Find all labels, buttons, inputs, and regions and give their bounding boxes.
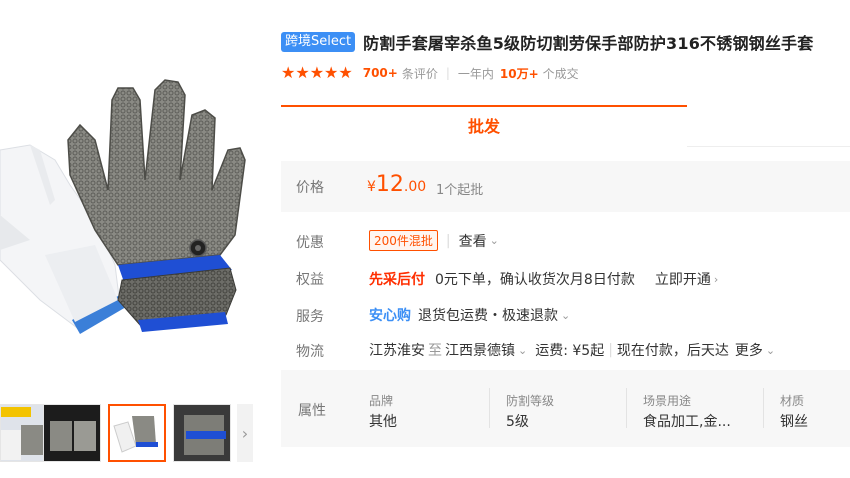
- rating-row: ★ ★ ★ ★ ★ 700+ 条评价 | 一年内 10万+ 个成交: [281, 63, 579, 83]
- benefits-row: 先采后付 0元下单，确认收货次月8日付款 立即开通 ›: [369, 269, 718, 289]
- price-decimal: .00: [403, 179, 427, 195]
- star-icon: ★: [324, 63, 339, 82]
- service-label: 服务: [296, 309, 324, 325]
- logistics-row: 江苏淮安 至 江西景德镇 ⌄ 运费: ¥5起 | 现在付款，后天达 更多 ⌄: [369, 340, 775, 360]
- review-label[interactable]: 条评价: [402, 65, 438, 82]
- attribute-value: 食品加工,金...: [643, 414, 731, 430]
- attribute-item: 材质 钢丝: [780, 392, 808, 431]
- sales-label: 个成交: [542, 66, 579, 81]
- chevron-right-icon: ›: [241, 423, 249, 443]
- attribute-value: 其他: [369, 414, 397, 430]
- star-rating: ★ ★ ★ ★ ★: [281, 65, 353, 81]
- tab-bar-filler: [687, 107, 850, 147]
- attribute-divider: [626, 388, 627, 428]
- currency-symbol: ¥: [367, 179, 376, 195]
- sales-count: 10万+: [499, 66, 539, 81]
- service-row: 安心购 退货包运费・极速退款 ⌄: [369, 305, 570, 325]
- thumbnail-next-button[interactable]: ›: [237, 404, 253, 462]
- glove-illustration: [0, 79, 246, 334]
- safe-purchase-label: 安心购: [369, 308, 411, 324]
- star-icon: ★: [281, 63, 296, 82]
- chevron-down-icon[interactable]: ⌄: [766, 344, 775, 357]
- chevron-right-icon[interactable]: ›: [714, 273, 718, 286]
- cross-border-badge: 跨境Select: [281, 32, 356, 52]
- ship-from: 江苏淮安: [369, 343, 425, 359]
- logistics-label: 物流: [296, 344, 324, 360]
- price-integer: 12: [375, 172, 404, 197]
- attribute-divider: [763, 388, 764, 428]
- product-title: 防割手套屠宰杀鱼5级防切割劳保手部防护316不锈钢钢丝手套: [363, 34, 814, 53]
- product-main-image[interactable]: [0, 0, 270, 395]
- thumbnail-2[interactable]: [43, 404, 101, 462]
- attribute-value: 钢丝: [780, 414, 808, 430]
- shipping-fee: 运费: ¥5起: [535, 343, 605, 359]
- to-word: 至: [428, 343, 442, 359]
- attribute-value: 5级: [506, 414, 529, 430]
- price-panel: 价格 ¥12.00 1个起批: [281, 161, 850, 212]
- thumbnail-4[interactable]: [173, 404, 231, 462]
- attribute-item: 场景用途 食品加工,金...: [643, 392, 731, 431]
- discount-tag: 200件混批: [369, 230, 438, 251]
- thumbnail-image: [174, 405, 230, 461]
- chevron-down-icon[interactable]: ⌄: [518, 344, 527, 357]
- tab-wholesale[interactable]: 批发: [281, 107, 687, 147]
- thumbnail-image: [110, 406, 164, 460]
- star-icon: ★: [295, 63, 310, 82]
- service-desc[interactable]: 退货包运费・极速退款: [418, 305, 558, 325]
- star-icon: ★: [309, 63, 325, 82]
- attribute-item: 防割等级 5级: [506, 392, 554, 431]
- divider: |: [445, 232, 451, 249]
- pay-later-label: 先采后付: [369, 272, 425, 288]
- thumbnail-3[interactable]: [108, 404, 166, 462]
- minimum-order: 1个起批: [436, 183, 484, 198]
- attribute-item: 品牌 其他: [369, 392, 397, 431]
- ship-to[interactable]: 江西景德镇: [445, 340, 515, 360]
- benefits-label: 权益: [296, 272, 324, 288]
- review-count[interactable]: 700+: [363, 66, 398, 80]
- pay-later-desc: 0元下单，确认收货次月8日付款: [435, 272, 635, 288]
- price-value: ¥12.00: [367, 172, 426, 197]
- attributes-panel: 属性 品牌 其他 防割等级 5级 场景用途 食品加工,金... 材质 钢丝: [281, 370, 850, 447]
- discount-view-link[interactable]: 查看: [459, 231, 487, 251]
- attribute-key: 场景用途: [643, 394, 692, 408]
- logistics-more-link[interactable]: 更多: [735, 340, 763, 360]
- attribute-divider: [489, 388, 490, 428]
- attribute-key: 品牌: [369, 394, 394, 408]
- discount-row: 200件混批 | 查看 ⌄: [369, 230, 499, 251]
- attribute-key: 材质: [780, 394, 805, 408]
- divider: |: [445, 66, 450, 80]
- divider: |: [608, 342, 613, 358]
- product-title-row: 跨境Select 防割手套屠宰杀鱼5级防切割劳保手部防护316不锈钢钢丝手套: [281, 30, 813, 54]
- chevron-down-icon[interactable]: ⌄: [490, 234, 499, 247]
- price-label: 价格: [296, 180, 324, 196]
- attributes-label: 属性: [298, 403, 326, 419]
- star-icon: ★: [338, 63, 353, 82]
- activate-link[interactable]: 立即开通: [655, 269, 711, 289]
- delivery-estimate: 现在付款，后天达: [616, 343, 729, 359]
- chevron-down-icon[interactable]: ⌄: [561, 309, 570, 322]
- discount-label: 优惠: [296, 235, 324, 251]
- thumbnail-image: [44, 405, 100, 461]
- thumbnail-strip: ›: [0, 404, 255, 464]
- attribute-key: 防割等级: [506, 394, 555, 408]
- year-label: 一年内: [457, 66, 494, 81]
